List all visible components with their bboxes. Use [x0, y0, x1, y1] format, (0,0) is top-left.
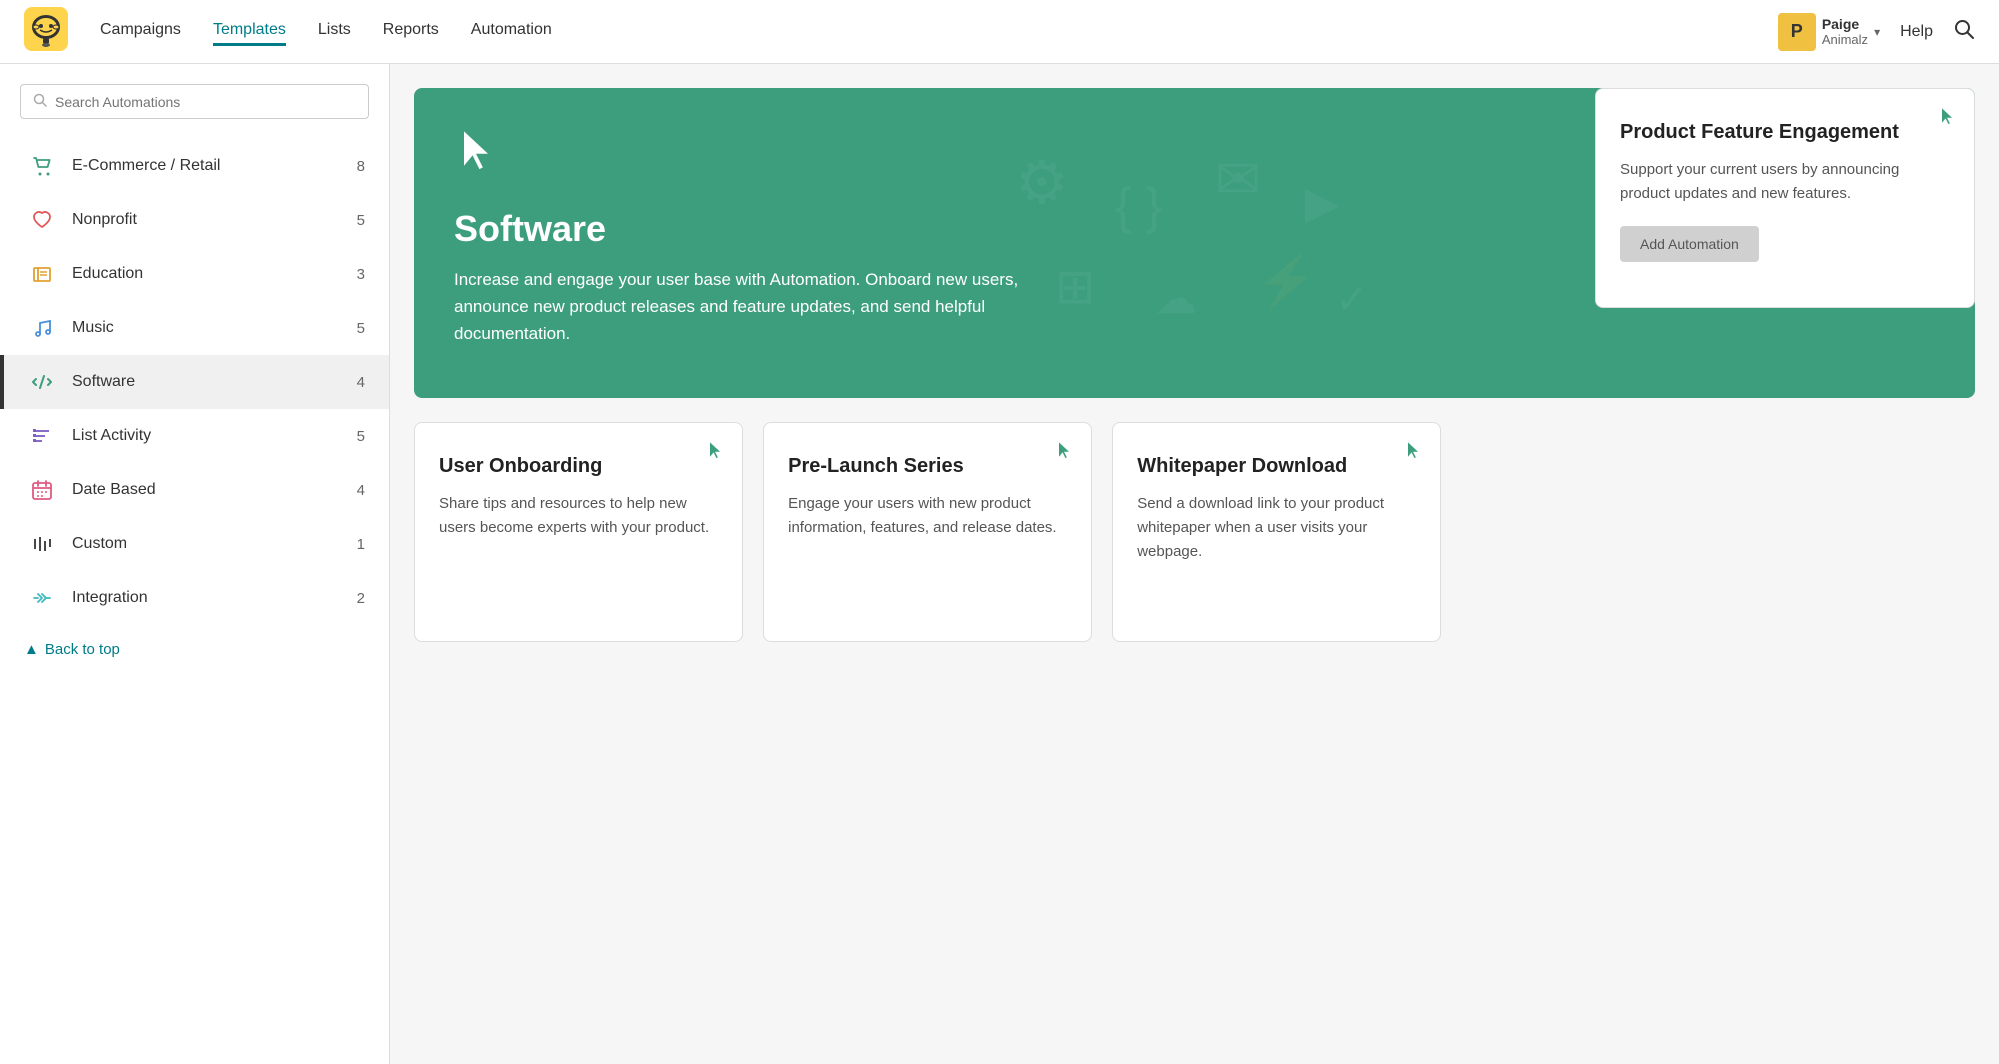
sidebar-item-datebased[interactable]: Date Based 4	[0, 463, 389, 517]
sidebar-item-music[interactable]: Music 5	[0, 301, 389, 355]
cursor-icon	[1055, 441, 1073, 466]
cursor-icon	[1938, 107, 1956, 132]
sidebar-item-datebased-count: 4	[357, 482, 365, 499]
chevron-up-icon: ▲	[24, 641, 39, 658]
card-pre-launch: Pre-Launch Series Engage your users with…	[763, 422, 1092, 642]
sidebar-item-nonprofit[interactable]: Nonprofit 5	[0, 193, 389, 247]
hero-card: ⚙ { } ✉ ▶ ⊞ ☁ ⚡ ✓ Software Increase and …	[414, 88, 1975, 398]
sidebar-item-education-count: 3	[357, 266, 365, 283]
back-to-top-label: Back to top	[45, 641, 120, 658]
card-pre-launch-title: Pre-Launch Series	[788, 455, 1067, 478]
sidebar-item-listactivity-count: 5	[357, 428, 365, 445]
nonprofit-icon	[28, 209, 56, 231]
sidebar-item-datebased-label: Date Based	[72, 481, 357, 499]
logo[interactable]	[24, 7, 68, 56]
search-field[interactable]	[20, 84, 369, 119]
sidebar-item-ecommerce-label: E-Commerce / Retail	[72, 157, 357, 175]
ecommerce-icon	[28, 155, 56, 177]
user-name: Paige	[1822, 16, 1868, 32]
card-product-feature: Product Feature Engagement Support your …	[1595, 88, 1975, 308]
card-user-onboarding-title: User Onboarding	[439, 455, 718, 478]
search-input[interactable]	[55, 94, 356, 110]
sidebar-item-music-label: Music	[72, 319, 357, 337]
svg-text:☁: ☁	[1155, 275, 1197, 322]
hero-description: Increase and engage your user base with …	[454, 266, 1094, 348]
sidebar-item-listactivity-label: List Activity	[72, 427, 357, 445]
sidebar-item-software[interactable]: Software 4	[0, 355, 389, 409]
sidebar-item-ecommerce-count: 8	[357, 158, 365, 175]
chevron-down-icon: ▾	[1874, 25, 1880, 39]
search-icon[interactable]	[1953, 18, 1975, 46]
card-pre-launch-desc: Engage your users with new product infor…	[788, 492, 1067, 540]
software-icon	[28, 371, 56, 393]
music-icon	[28, 317, 56, 339]
listactivity-icon	[28, 425, 56, 447]
nav-campaigns[interactable]: Campaigns	[100, 17, 181, 46]
help-link[interactable]: Help	[1900, 23, 1933, 41]
hero-cursor-icon	[454, 128, 1935, 188]
card-whitepaper-title: Whitepaper Download	[1137, 455, 1416, 478]
sidebar-item-music-count: 5	[357, 320, 365, 337]
cursor-icon	[1404, 441, 1422, 466]
sidebar: E-Commerce / Retail 8 Nonprofit 5	[0, 64, 390, 1064]
user-menu[interactable]: P Paige Animalz ▾	[1778, 13, 1880, 51]
sidebar-item-custom-count: 1	[357, 536, 365, 553]
nav-reports[interactable]: Reports	[383, 17, 439, 46]
svg-text:⚡: ⚡	[1255, 252, 1317, 311]
top-navigation: Campaigns Templates Lists Reports Automa…	[0, 0, 1999, 64]
education-icon	[28, 263, 56, 285]
sidebar-item-education-label: Education	[72, 265, 357, 283]
svg-text:✓: ✓	[1335, 278, 1369, 322]
sidebar-item-custom[interactable]: Custom 1	[0, 517, 389, 571]
datebased-icon	[28, 479, 56, 501]
sidebar-item-nonprofit-label: Nonprofit	[72, 211, 357, 229]
sidebar-item-integration-count: 2	[357, 590, 365, 607]
sidebar-item-custom-label: Custom	[72, 535, 357, 553]
hero-title: Software	[454, 208, 1935, 250]
sidebar-item-software-count: 4	[357, 374, 365, 391]
card-whitepaper-desc: Send a download link to your product whi…	[1137, 492, 1416, 564]
nav-templates[interactable]: Templates	[213, 17, 286, 46]
content-area: ⚙ { } ✉ ▶ ⊞ ☁ ⚡ ✓ Software Increase and …	[390, 64, 1999, 1064]
sidebar-item-integration[interactable]: Integration 2	[0, 571, 389, 625]
custom-icon	[28, 533, 56, 555]
card-user-onboarding: User Onboarding Share tips and resources…	[414, 422, 743, 642]
sidebar-item-software-label: Software	[72, 373, 357, 391]
user-org: Animalz	[1822, 32, 1868, 47]
sidebar-item-integration-label: Integration	[72, 589, 357, 607]
nav-automation[interactable]: Automation	[471, 17, 552, 46]
avatar: P	[1778, 13, 1816, 51]
sidebar-item-education[interactable]: Education 3	[0, 247, 389, 301]
main-layout: E-Commerce / Retail 8 Nonprofit 5	[0, 64, 1999, 1064]
topnav-right: P Paige Animalz ▾ Help	[1778, 13, 1975, 51]
sidebar-search-icon	[33, 93, 47, 110]
nav-links: Campaigns Templates Lists Reports Automa…	[100, 17, 1778, 46]
user-info: Paige Animalz	[1822, 16, 1868, 47]
back-to-top[interactable]: ▲ Back to top	[0, 625, 389, 674]
integration-icon	[28, 587, 56, 609]
sidebar-item-nonprofit-count: 5	[357, 212, 365, 229]
card-whitepaper: Whitepaper Download Send a download link…	[1112, 422, 1441, 642]
card-user-onboarding-desc: Share tips and resources to help new use…	[439, 492, 718, 540]
sidebar-item-ecommerce[interactable]: E-Commerce / Retail 8	[0, 139, 389, 193]
nav-lists[interactable]: Lists	[318, 17, 351, 46]
sidebar-item-listactivity[interactable]: List Activity 5	[0, 409, 389, 463]
cursor-icon	[706, 441, 724, 466]
